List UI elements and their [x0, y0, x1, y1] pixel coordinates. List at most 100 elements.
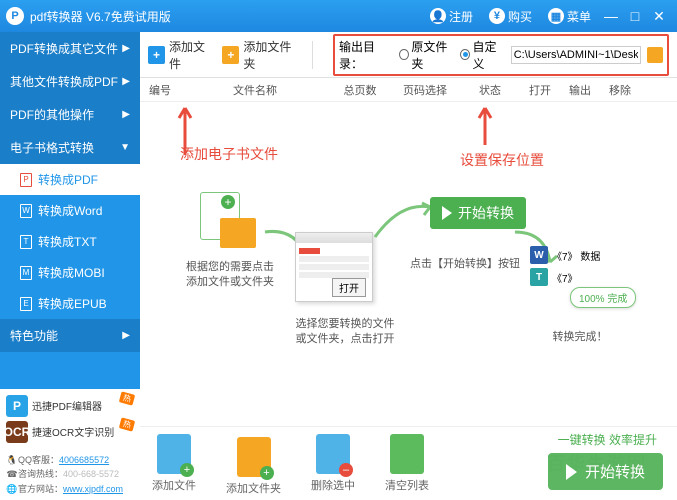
file-icon: M [20, 266, 32, 280]
menu-button[interactable]: ▦菜单 [548, 8, 591, 25]
sidebar: PDF转换成其它文件▶ 其他文件转换成PDF▶ PDF的其他操作▶ 电子书格式转… [0, 32, 140, 500]
radio-label: 原文件夹 [411, 38, 454, 72]
radio-icon [399, 49, 409, 60]
table-headers: 编号 文件名称 总页数 页码选择 状态 打开 输出 移除 [140, 78, 677, 102]
bottom-delete-selected[interactable]: 删除选中 [311, 434, 355, 493]
sidebar-item-to-mobi[interactable]: M转换成MOBI [0, 257, 140, 288]
sidebar-cat-special[interactable]: 特色功能 ▶ [0, 319, 140, 352]
sidebar-item-to-txt[interactable]: T 转换成TXT [0, 226, 140, 257]
output-path-input[interactable] [511, 46, 641, 64]
cat-label: PDF转换成其它文件 [10, 40, 118, 57]
folder-plus-icon: + [222, 46, 239, 64]
guide-canvas: 添加电子书文件 设置保存位置 根据您的需要点击 添加文件或文件夹 打开 选择您要… [140, 102, 677, 426]
phone-icon: ☎ [6, 467, 18, 481]
bottom-clear-list[interactable]: 清空列表 [385, 434, 429, 493]
hot-badge: 热 [119, 417, 135, 431]
col-pagesel: 页码选择 [390, 82, 460, 98]
outdir-label: 输出目录： [339, 38, 393, 72]
promo-pdf-editor[interactable]: P 迅捷PDF编辑器 热 [4, 393, 136, 419]
file-icon: P [20, 173, 32, 187]
add-file-label: 添加文件 [169, 38, 214, 72]
sidebar-cat-pdf-other-ops[interactable]: PDF的其他操作 ▶ [0, 98, 140, 131]
item-label: 转换成EPUB [38, 295, 107, 312]
play-icon [442, 206, 452, 220]
separator [312, 41, 313, 69]
file-icon: W [20, 204, 32, 218]
titlebar: P pdf转换器 V6.7免费试用版 👤注册 ¥购买 ▦菜单 — □ ✕ [0, 0, 677, 32]
radio-label: 自定义 [472, 38, 504, 72]
add-file-icon [157, 434, 191, 474]
bitem-label: 添加文件 [152, 477, 196, 493]
item-label: 转换成TXT [38, 233, 97, 250]
promo-label: 迅捷PDF编辑器 [32, 398, 102, 413]
sidebar-cat-other-to-pdf[interactable]: 其他文件转换成PDF ▶ [0, 65, 140, 98]
contact-panel: 🐧QQ客服：4006685572 ☎咨询热线：400-668-5572 🌐官方网… [0, 449, 140, 500]
txt-icon: T [530, 268, 548, 286]
add-folder-icon [237, 437, 271, 477]
caption-open: 选择您要转换的文件 或文件夹，点击打开 [290, 317, 400, 348]
browse-folder-button[interactable] [647, 47, 663, 63]
bottom-add-folder[interactable]: 添加文件夹 [226, 431, 281, 496]
qq-link[interactable]: 4006685572 [59, 455, 109, 465]
sidebar-item-to-epub[interactable]: E 转换成EPUB [0, 288, 140, 319]
radio-custom-folder[interactable]: 自定义 [460, 38, 504, 72]
sidebar-item-to-pdf[interactable]: P 转换成PDF [0, 164, 140, 195]
add-file-button[interactable]: +添加文件 [148, 38, 214, 72]
bitem-label: 添加文件夹 [226, 480, 281, 496]
add-files-illustration [200, 192, 256, 248]
yen-icon: ¥ [489, 8, 505, 24]
chevron-right-icon: ▶ [122, 330, 130, 341]
delete-icon [316, 434, 350, 474]
col-remove: 移除 [600, 82, 640, 98]
cat-label: PDF的其他操作 [10, 106, 94, 123]
file-icon: E [20, 297, 32, 311]
add-folder-label: 添加文件夹 [243, 38, 300, 72]
promo-icon: P [6, 395, 28, 417]
promo-panel: P迅捷PDF编辑器热 OCR捷速OCR文字识别热 [0, 389, 140, 449]
start-label: 开始转换 [458, 203, 514, 223]
chevron-right-icon: ▶ [122, 109, 130, 120]
col-output: 输出 [560, 82, 600, 98]
hot-badge: 热 [119, 391, 135, 405]
buy-button[interactable]: ¥购买 [489, 8, 532, 25]
close-button[interactable]: ✕ [647, 8, 671, 25]
register-button[interactable]: 👤注册 [430, 8, 473, 25]
open-button-illustration: 打开 [332, 278, 366, 297]
progress-badge: 100% 完成 [570, 287, 636, 308]
radio-original-folder[interactable]: 原文件夹 [399, 38, 454, 72]
annotation-add-files: 添加电子书文件 [180, 144, 278, 164]
open-dialog-illustration: 打开 [295, 232, 373, 302]
window-title: pdf转换器 V6.7免费试用版 [30, 8, 422, 25]
chevron-down-icon: ▼ [120, 142, 130, 153]
add-folder-button[interactable]: +添加文件夹 [222, 38, 300, 72]
sidebar-cat-ebook[interactable]: 电子书格式转换 ▼ [0, 131, 140, 164]
cat-label: 其他文件转换成PDF [10, 73, 118, 90]
bitem-label: 清空列表 [385, 477, 429, 493]
cat-label: 特色功能 [10, 327, 58, 344]
sidebar-item-to-word[interactable]: W转换成Word [0, 195, 140, 226]
col-open: 打开 [520, 82, 560, 98]
user-icon: 👤 [430, 8, 446, 24]
promo-ocr[interactable]: OCR捷速OCR文字识别热 [4, 419, 136, 445]
register-label: 注册 [449, 8, 473, 25]
maximize-button[interactable]: □ [623, 8, 647, 24]
start-convert-button[interactable]: 开始转换 [548, 453, 663, 490]
qq-label: 客服： [32, 455, 59, 465]
grid-icon: ▦ [548, 8, 564, 24]
bottom-add-file[interactable]: 添加文件 [152, 434, 196, 493]
minimize-button[interactable]: — [599, 8, 623, 24]
chevron-right-icon: ▶ [122, 76, 130, 87]
site-link[interactable]: www.xjpdf.com [63, 484, 123, 494]
play-icon [566, 464, 577, 480]
radio-icon [460, 49, 470, 60]
item-label: 转换成PDF [38, 171, 98, 188]
menu-label: 菜单 [567, 8, 591, 25]
col-status: 状态 [460, 82, 520, 98]
cat-label: 电子书格式转换 [10, 139, 94, 156]
start-label: 开始转换 [585, 461, 645, 482]
clear-icon [390, 434, 424, 474]
file-icon: T [20, 235, 32, 249]
sidebar-cat-pdf-to-other[interactable]: PDF转换成其它文件▶ [0, 32, 140, 65]
slogan-text: 一键转换 效率提升 [558, 431, 657, 448]
word-icon: W [530, 246, 548, 264]
